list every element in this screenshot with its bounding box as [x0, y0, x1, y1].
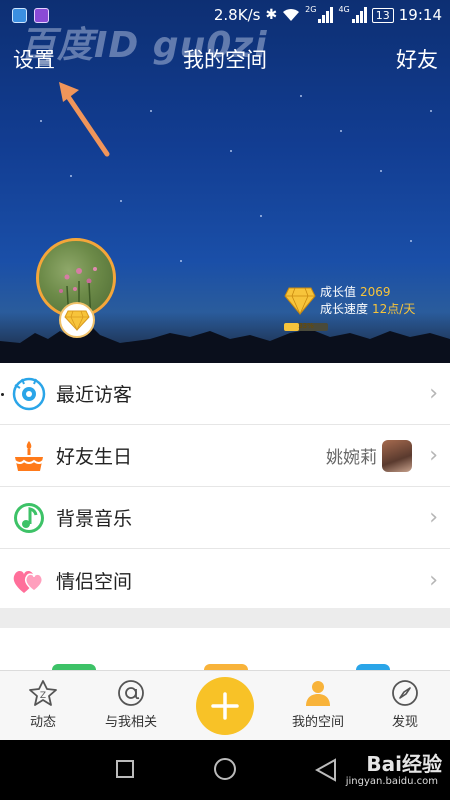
music-note-icon	[14, 503, 44, 533]
watermark-text: 百度ID gu0zi	[20, 25, 268, 66]
chevron-right-icon: ›	[429, 567, 438, 593]
menu-item-recent-visitors[interactable]: 最近访客 ›	[0, 363, 450, 425]
growth-value-label: 成长值	[320, 285, 357, 299]
annotation-arrow-icon	[59, 82, 110, 157]
add-post-button[interactable]	[196, 677, 254, 735]
back-triangle-icon[interactable]	[315, 758, 337, 782]
menu-item-label: 背景音乐	[56, 508, 133, 530]
settings-button[interactable]: 设置	[13, 44, 55, 74]
menu-item-couple-space[interactable]: 情侣空间 ›	[0, 549, 450, 611]
birthday-friend: 姚婉莉	[326, 439, 412, 472]
section-divider	[0, 608, 450, 628]
couple-hearts-icon	[13, 571, 44, 593]
baidu-url-text: jingyan.baidu.com	[345, 776, 438, 787]
friend-avatar	[382, 439, 412, 472]
eye-icon	[12, 377, 46, 411]
tab-label: 发现	[391, 715, 418, 730]
menu-list: 最近访客 › 好友生日 姚婉莉 › 背景音乐 › 情侣空间 ›	[0, 363, 450, 611]
partial-content-row	[0, 628, 450, 670]
menu-item-label: 好友生日	[56, 446, 133, 468]
menu-item-friend-birthday[interactable]: 好友生日 姚婉莉 ›	[0, 425, 450, 487]
at-icon	[118, 680, 144, 706]
svg-text:Z: Z	[40, 691, 46, 701]
tab-label: 与我相关	[104, 715, 157, 730]
tab-label: 动态	[29, 715, 56, 730]
indicator-dot	[1, 393, 4, 396]
growth-progress-bar: 33%	[284, 322, 328, 331]
star-icon: Z	[29, 680, 57, 706]
tab-my-space[interactable]: 我的空间	[283, 679, 353, 730]
menu-item-background-music[interactable]: 背景音乐 ›	[0, 487, 450, 549]
growth-speed-value: 12点/天	[372, 302, 416, 316]
network-2g-label: 2G	[305, 4, 317, 14]
signal-icon	[318, 7, 334, 23]
recents-button[interactable]	[116, 760, 134, 778]
baidu-logo-text: Bai经验	[366, 752, 442, 776]
growth-speed-label: 成长速度	[320, 302, 369, 316]
menu-item-label: 情侣空间	[56, 570, 133, 593]
chevron-right-icon: ›	[429, 443, 438, 468]
friends-button[interactable]: 好友	[396, 44, 438, 74]
tab-discover[interactable]: 发现	[370, 679, 440, 730]
space-header: 2.8K/s ✱ 2G 4G 13 19:14 百度ID gu0zi 设置 我的…	[0, 0, 450, 363]
friend-name: 姚婉莉	[326, 448, 377, 468]
birthday-cake-icon	[14, 441, 44, 471]
gold-diamond-icon	[284, 287, 316, 315]
wifi-icon	[283, 8, 300, 21]
network-4g-label: 4G	[338, 4, 350, 14]
level-badge[interactable]	[59, 302, 95, 338]
diamond-level-icon	[64, 310, 90, 331]
tab-related[interactable]: 与我相关	[96, 679, 166, 730]
battery-indicator: 13	[371, 7, 394, 23]
system-nav-bar: Bai经验 jingyan.baidu.com	[0, 740, 450, 800]
person-icon	[306, 681, 330, 706]
menu-item-label: 最近访客	[56, 384, 133, 406]
tab-feed[interactable]: Z 动态	[8, 679, 78, 730]
chevron-right-icon: ›	[429, 381, 438, 406]
progress-text: 33%	[298, 322, 314, 330]
compass-icon	[392, 680, 418, 706]
home-button[interactable]	[214, 758, 236, 780]
plus-icon	[211, 692, 239, 720]
signal-icon	[351, 7, 367, 23]
chevron-right-icon: ›	[429, 505, 438, 530]
clock: 19:14	[398, 6, 442, 24]
growth-stats: 成长值 2069 成长速度 12点/天	[284, 284, 415, 318]
growth-value: 2069	[360, 285, 391, 299]
tab-label: 我的空间	[291, 715, 344, 730]
